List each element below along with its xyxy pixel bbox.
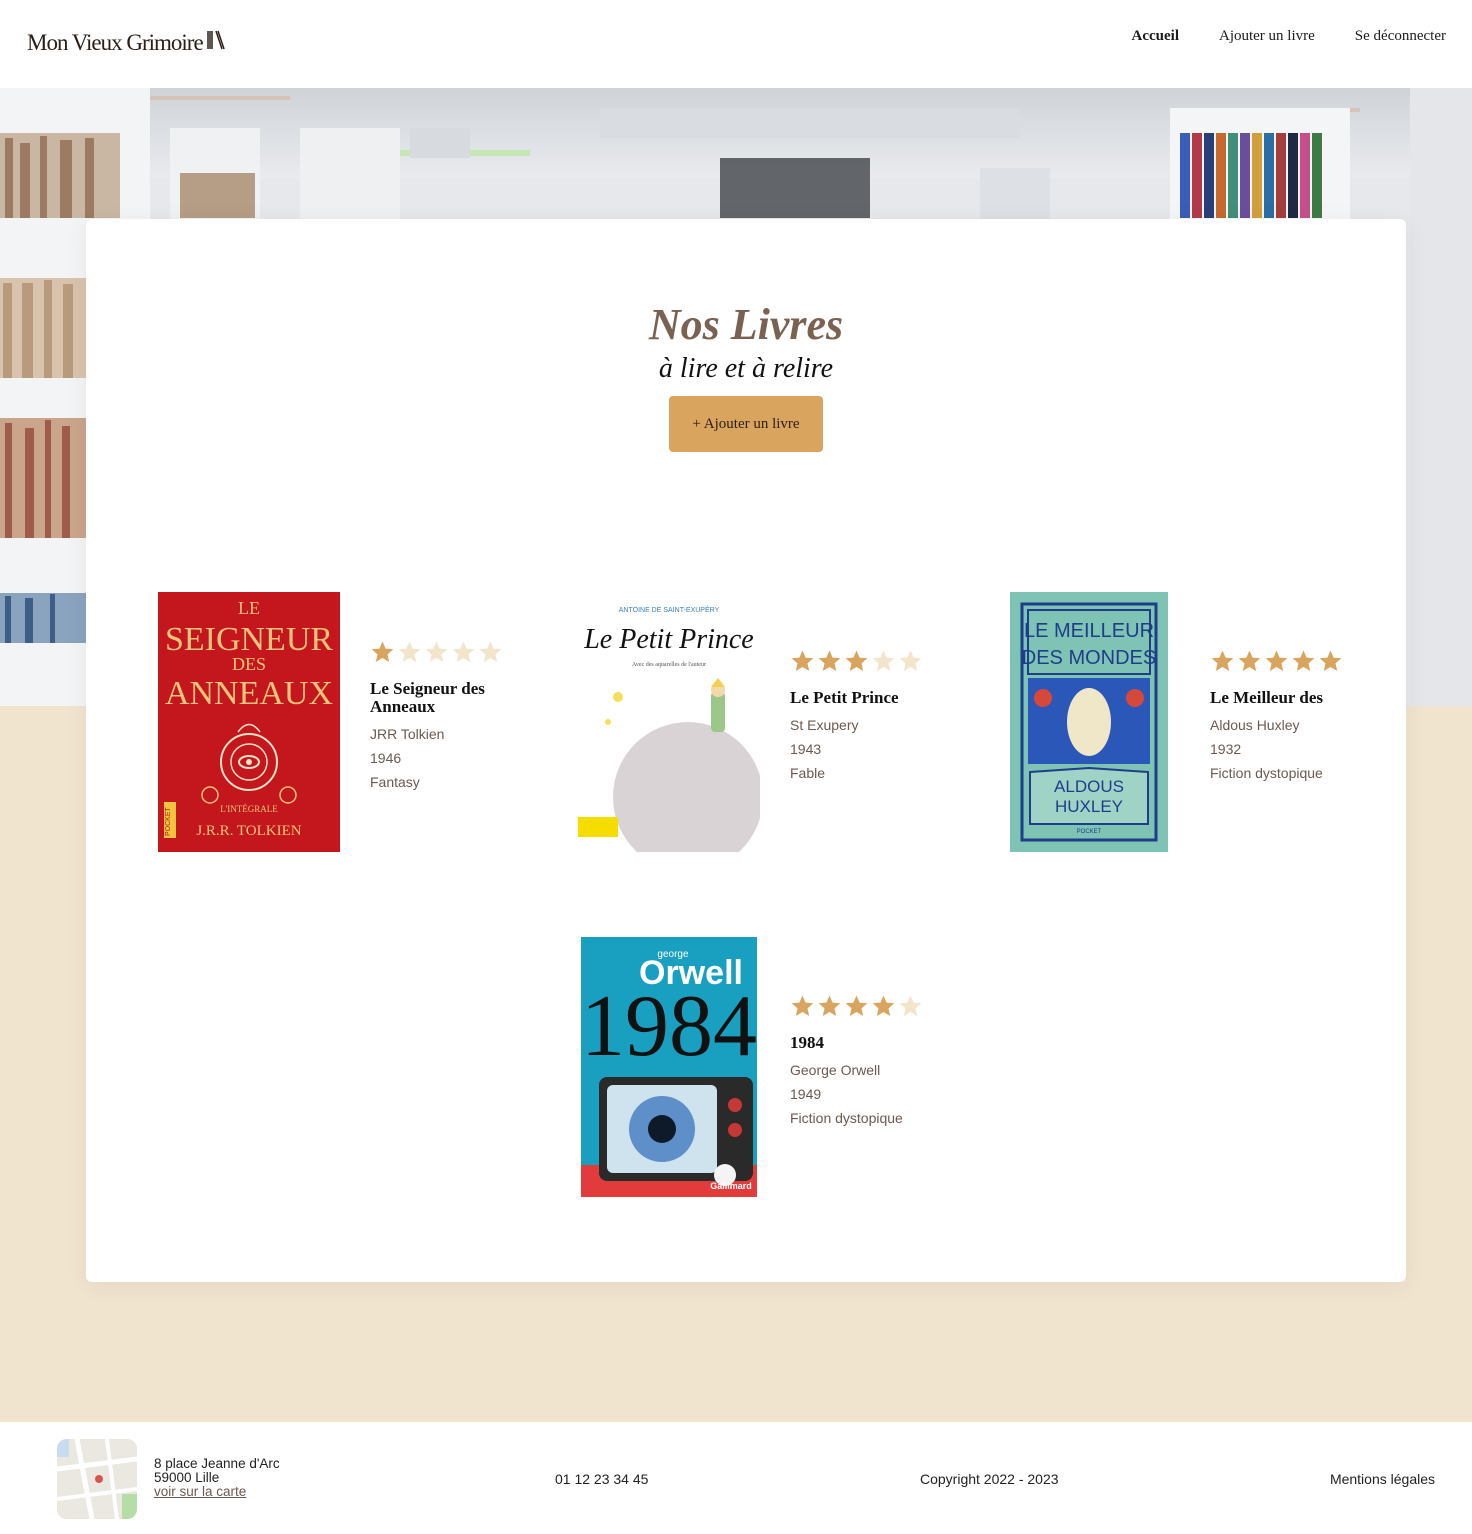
svg-text:HUXLEY: HUXLEY: [1055, 797, 1123, 816]
star-empty-icon: [479, 641, 502, 662]
book-title: 1984: [790, 1033, 824, 1052]
books-card: Nos Livres à lire et à relire + Ajouter …: [86, 219, 1406, 1282]
star-filled-icon: [1265, 650, 1288, 671]
book-author: St Exupery: [790, 717, 859, 733]
star-filled-icon: [1319, 650, 1342, 671]
book-year: 1949: [790, 1086, 822, 1102]
nav-deconnecter[interactable]: Se déconnecter: [1355, 28, 1446, 45]
book-author: Aldous Huxley: [1210, 717, 1300, 733]
rating-stars: [370, 640, 530, 666]
book-title: Le Petit Prince: [790, 688, 899, 707]
book-cover-image[interactable]: george Orwell 1984 Gallimard: [581, 937, 757, 1197]
site-footer: 8 place Jeanne d'Arc 59000 Lille voir su…: [0, 1422, 1472, 1534]
svg-text:POCKET: POCKET: [1077, 829, 1102, 835]
book-author: George Orwell: [790, 1062, 881, 1078]
book-cover-image[interactable]: LE MEILLEUR DES MONDES ALDOUS HUXLEY POC…: [1010, 592, 1168, 852]
book-year: 1943: [790, 741, 822, 757]
star-filled-icon: [845, 650, 868, 671]
site-header: Mon Vieux Grimoire Accueil Ajouter un li…: [0, 0, 1472, 88]
book-title: Le Meilleur des: [1210, 688, 1323, 707]
footer-copyright: Copyright 2022 - 2023: [920, 1471, 1059, 1487]
map-link[interactable]: voir sur la carte: [154, 1484, 246, 1499]
book-year: 1946: [370, 750, 402, 766]
book-year: 1932: [1210, 741, 1242, 757]
main-nav: Accueil Ajouter un livre Se déconnecter: [1132, 28, 1447, 45]
svg-text:L'INTÉGRALE: L'INTÉGRALE: [220, 804, 278, 814]
footer-address: 8 place Jeanne d'Arc 59000 Lille voir su…: [154, 1457, 280, 1499]
star-empty-icon: [425, 641, 448, 662]
book-author: JRR Tolkien: [370, 726, 445, 742]
star-filled-icon: [1238, 650, 1261, 671]
svg-text:ANTOINE DE SAINT-EXUPÉRY: ANTOINE DE SAINT-EXUPÉRY: [619, 605, 720, 614]
star-empty-icon: [899, 995, 922, 1016]
svg-text:ALDOUS: ALDOUS: [1054, 777, 1124, 796]
star-filled-icon: [371, 641, 394, 662]
svg-text:SEIGNEUR: SEIGNEUR: [165, 621, 333, 658]
rating-stars: [790, 649, 950, 675]
nav-accueil[interactable]: Accueil: [1132, 28, 1179, 45]
footer-phone: 01 12 23 34 45: [555, 1471, 649, 1487]
book-genre: Fantasy: [370, 774, 420, 790]
address-line2: 59000 Lille: [154, 1470, 220, 1485]
svg-text:J.R.R. TOLKIEN: J.R.R. TOLKIEN: [196, 823, 301, 839]
book-genre: Fiction dystopique: [790, 1110, 903, 1126]
star-empty-icon: [452, 641, 475, 662]
book-title: Le Seigneur des Anneaux: [370, 679, 485, 716]
rating-stars: [1210, 649, 1370, 675]
svg-text:1984: 1984: [581, 978, 757, 1075]
star-filled-icon: [1211, 650, 1234, 671]
books-logo-icon: [206, 30, 225, 56]
svg-text:DES: DES: [232, 654, 266, 674]
star-empty-icon: [872, 650, 895, 671]
address-line1: 8 place Jeanne d'Arc: [154, 1456, 280, 1471]
star-filled-icon: [791, 995, 814, 1016]
page-subtitle: à lire et à relire: [658, 353, 834, 384]
nav-ajouter-livre[interactable]: Ajouter un livre: [1219, 28, 1315, 45]
svg-text:Le Petit Prince: Le Petit Prince: [583, 624, 754, 655]
svg-text:Avec des aquarelles de l'auteu: Avec des aquarelles de l'auteur: [632, 662, 706, 668]
svg-text:DES MONDES: DES MONDES: [1022, 647, 1156, 669]
svg-text:LE MEILLEUR: LE MEILLEUR: [1024, 620, 1154, 642]
add-book-button[interactable]: + Ajouter un livre: [669, 396, 823, 452]
map-thumbnail-image[interactable]: [57, 1439, 137, 1519]
rating-stars: [790, 994, 950, 1020]
book-cover-image[interactable]: LE SEIGNEUR DES ANNEAUX L'INTÉGRALE J.R.…: [158, 592, 340, 852]
star-filled-icon: [791, 650, 814, 671]
svg-text:POCKET: POCKET: [165, 806, 172, 836]
svg-text:ANNEAUX: ANNEAUX: [165, 675, 333, 712]
star-filled-icon: [845, 995, 868, 1016]
star-empty-icon: [398, 641, 421, 662]
legal-notice-link[interactable]: Mentions légales: [1330, 1471, 1435, 1487]
star-filled-icon: [818, 995, 841, 1016]
star-filled-icon: [818, 650, 841, 671]
star-filled-icon: [1292, 650, 1315, 671]
star-empty-icon: [899, 650, 922, 671]
book-cover-image[interactable]: ANTOINE DE SAINT-EXUPÉRY Le Petit Prince…: [578, 592, 760, 852]
site-logo[interactable]: Mon Vieux Grimoire: [27, 30, 225, 56]
book-genre: Fiction dystopique: [1210, 765, 1323, 781]
star-filled-icon: [872, 995, 895, 1016]
svg-text:LE: LE: [238, 598, 260, 618]
logo-text: Mon Vieux Grimoire: [27, 30, 204, 55]
book-genre: Fable: [790, 765, 826, 781]
page-title: Nos Livres: [648, 300, 844, 349]
svg-text:Gallimard: Gallimard: [710, 1181, 752, 1191]
